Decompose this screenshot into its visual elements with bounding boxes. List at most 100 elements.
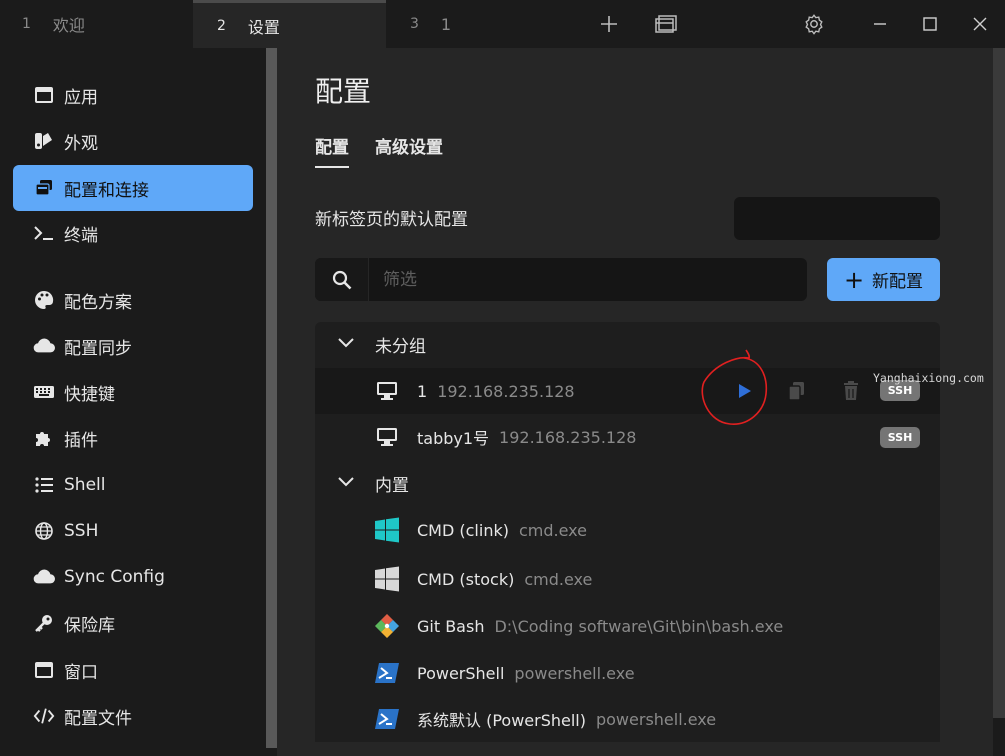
powershell-icon [373,705,401,733]
default-profile-select[interactable] [734,197,940,240]
plus-icon: + [843,265,865,294]
profile-desc: 192.168.235.128 [437,381,575,401]
sidebar-item-appearance[interactable]: 外观 [13,118,253,164]
profile-name: 系统默认 (PowerShell) [417,711,586,730]
powershell-icon [373,659,401,687]
tab-number: 2 [217,17,226,34]
chevron-down-icon [337,334,355,354]
sidebar-item-label: 配置文件 [64,708,132,729]
sidebar-scrollbar[interactable] [266,48,277,748]
profile-row[interactable]: Git Bash D:\Coding software\Git\bin\bash… [315,603,940,649]
sidebar-item-label: 窗口 [64,662,98,683]
sidebar-item-label: 终端 [64,225,98,246]
tab-label: 1 [440,14,452,34]
group-label: 内置 [375,475,409,496]
new-profile-label: 新配置 [872,272,924,292]
watermark: Yanghaixiong.com [873,371,984,385]
sidebar-item-label: Shell [64,475,106,495]
terminal-icon [33,222,55,244]
plus-icon[interactable] [589,0,629,48]
sidebar-item-label: 插件 [64,430,98,451]
subtab-profiles[interactable]: 配置 [315,133,349,168]
sidebar-item-shell[interactable]: Shell [13,462,253,508]
trash-icon[interactable] [838,378,864,404]
sidebar-item-color-scheme[interactable]: 配色方案 [13,277,253,323]
profile-row[interactable]: CMD (clink) cmd.exe [315,507,940,553]
profile-name: CMD (clink) [417,520,509,540]
windows-logo-icon [373,516,401,544]
gear-icon[interactable] [794,0,834,48]
code-icon [33,705,55,727]
profile-desc: 192.168.235.128 [499,427,637,447]
sidebar-item-label: 快捷键 [64,384,115,405]
search-icon[interactable] [315,258,369,301]
key-icon [33,612,55,634]
list-icon [33,474,55,496]
profile-name: Git Bash [417,616,485,636]
swatches-icon [33,130,55,152]
windows-icon[interactable] [646,0,686,48]
globe-icon [33,520,55,542]
monitor-icon [373,423,401,451]
sidebar-item-config-file[interactable]: 配置文件 [13,693,253,739]
tab-label: 设置 [247,17,280,37]
tab-session-1[interactable]: 3 1 [386,0,536,48]
tab-welcome[interactable]: 1 欢迎 [0,0,193,48]
sidebar-item-plugins[interactable]: 插件 [13,415,253,461]
profiles-icon [33,177,55,199]
maximize-icon[interactable] [910,0,950,48]
git-icon [373,612,401,640]
profile-name: CMD (stock) [417,569,515,589]
sidebar-item-label: Sync Config [64,567,165,587]
title-bar: 1 欢迎 2 设置 3 1 [0,0,1005,48]
sidebar-item-window[interactable]: 窗口 [13,647,253,693]
sidebar-item-app[interactable]: 应用 [13,72,253,118]
sidebar-item-label: 配色方案 [64,292,132,313]
sidebar-item-label: 配置同步 [64,338,132,359]
minimize-icon[interactable] [860,0,900,48]
group-header-builtin[interactable]: 内置 [315,461,940,505]
profile-name: PowerShell [417,663,505,683]
sidebar-item-label: SSH [64,521,99,541]
filter-bar [315,258,807,301]
group-header-ungrouped[interactable]: 未分组 [315,322,940,366]
profile-row[interactable]: PowerShell powershell.exe [315,650,940,696]
monitor-icon [373,377,401,405]
profile-name: 1 [417,381,428,401]
profile-row[interactable]: CMD (stock) cmd.exe [315,556,940,602]
page-title: 配置 [315,75,372,108]
sidebar-item-sync-config[interactable]: Sync Config [13,554,253,600]
windows-logo-icon [373,565,401,593]
sidebar-item-terminal[interactable]: 终端 [13,210,253,256]
sidebar-item-label: 外观 [64,133,98,154]
sidebar-item-ssh[interactable]: SSH [13,508,253,554]
red-circle-annotation [701,349,768,425]
puzzle-icon [33,427,55,449]
filter-input[interactable] [369,258,807,301]
profile-row[interactable]: tabby1号 192.168.235.128 [315,414,940,460]
profile-name: tabby1号 [417,429,490,448]
cloud-icon [33,335,55,357]
default-profile-label: 新标签页的默认配置 [315,210,468,230]
sidebar-item-label: 配置和连接 [64,180,149,201]
profile-desc: cmd.exe [524,569,593,589]
sidebar-item-profiles[interactable]: 配置和连接 [13,165,253,211]
new-profile-button[interactable]: + 新配置 [827,258,940,301]
sidebar-item-vault[interactable]: 保险库 [13,600,253,646]
window-icon [33,659,55,681]
sidebar-item-config-sync[interactable]: 配置同步 [13,323,253,369]
sidebar-item-hotkeys[interactable]: 快捷键 [13,369,253,415]
close-icon[interactable] [960,0,1000,48]
profile-desc: D:\Coding software\Git\bin\bash.exe [494,616,784,636]
subtab-advanced[interactable]: 高级设置 [375,133,443,158]
keyboard-icon [33,381,55,403]
profile-row[interactable]: 系统默认 (PowerShell) powershell.exe [315,696,940,742]
content-scrollbar[interactable] [993,48,1005,718]
sidebar-item-label: 应用 [64,87,98,108]
copy-icon[interactable] [784,378,810,404]
tab-settings[interactable]: 2 设置 [193,0,386,48]
profile-desc: powershell.exe [595,709,717,729]
tab-number: 3 [410,16,419,32]
profile-desc: powershell.exe [514,663,635,683]
profile-desc: cmd.exe [518,520,587,540]
